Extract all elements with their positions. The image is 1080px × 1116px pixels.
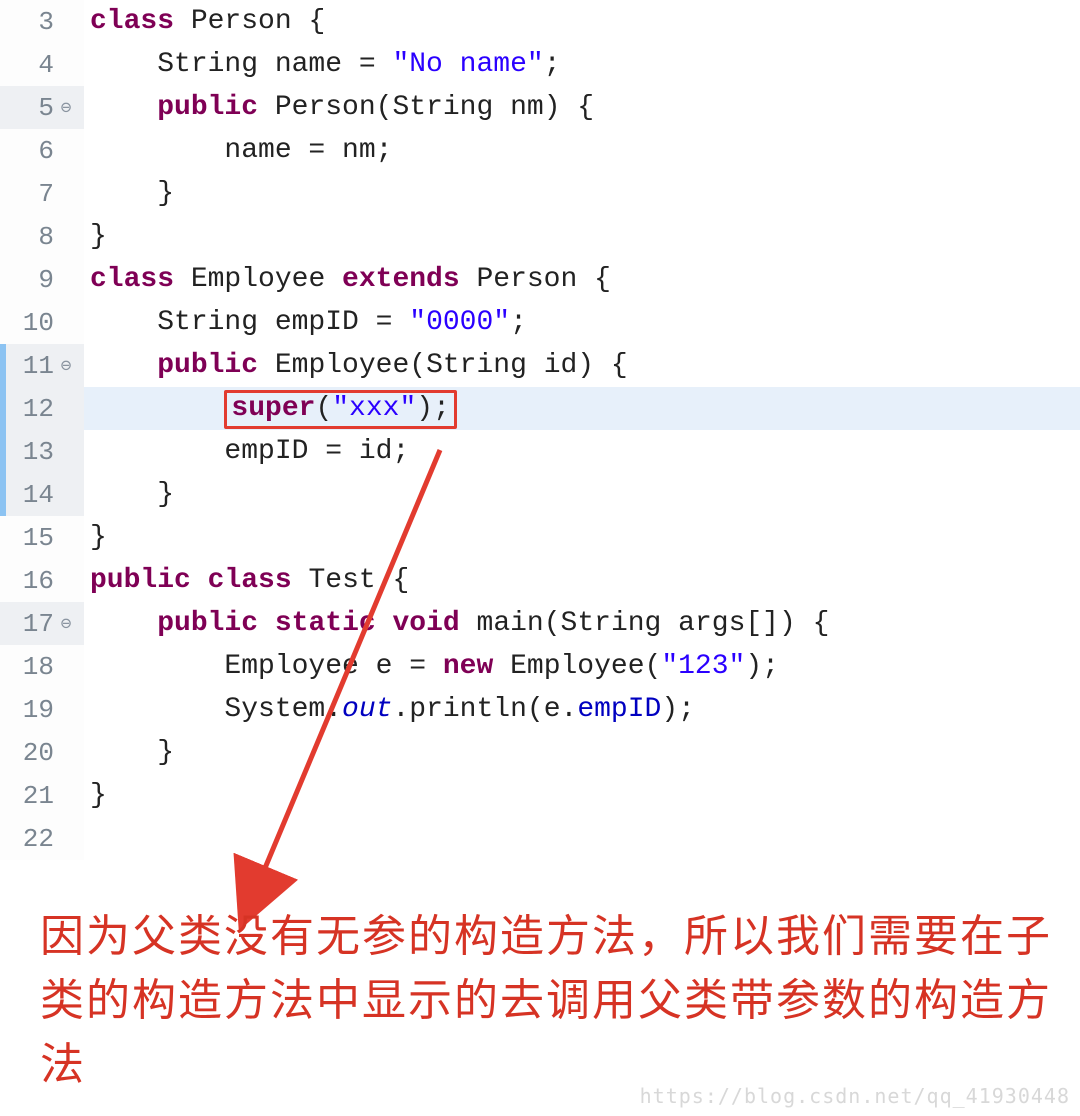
code-line: }	[84, 731, 1080, 774]
code-line	[84, 817, 1080, 860]
line-number: 5	[6, 93, 54, 123]
code-line: }	[84, 215, 1080, 258]
gutter-row: 3	[0, 0, 84, 43]
gutter-row: 4	[0, 43, 84, 86]
line-number: 8	[6, 222, 54, 252]
code-line: System.out.println(e.empID);	[84, 688, 1080, 731]
gutter-row: 21	[0, 774, 84, 817]
gutter-row: 10	[0, 301, 84, 344]
line-number: 11	[6, 351, 54, 381]
fold-toggle-icon[interactable]: ⊖	[56, 613, 76, 635]
annotation-text: 因为父类没有无参的构造方法，所以我们需要在子类的构造方法中显示的去调用父类带参数…	[40, 905, 1060, 1096]
code-line: class Person {	[84, 0, 1080, 43]
code-line: public class Test {	[84, 559, 1080, 602]
line-number: 6	[6, 136, 54, 166]
code-line: name = nm;	[84, 129, 1080, 172]
code-line: public Person(String nm) {	[84, 86, 1080, 129]
gutter-row: 19	[0, 688, 84, 731]
fold-toggle-icon[interactable]: ⊖	[56, 97, 76, 119]
code-line-highlighted: super("xxx");	[84, 387, 1080, 430]
line-gutter: 345⊖67891011⊖121314151617⊖1819202122	[0, 0, 84, 860]
line-number: 12	[6, 394, 54, 424]
gutter-row: 15	[0, 516, 84, 559]
gutter-row: 13	[0, 430, 84, 473]
gutter-row: 18	[0, 645, 84, 688]
line-number: 20	[6, 738, 54, 768]
code-line: empID = id;	[84, 430, 1080, 473]
watermark: https://blog.csdn.net/qq_41930448	[640, 1084, 1070, 1108]
gutter-row: 14	[0, 473, 84, 516]
gutter-row: 20	[0, 731, 84, 774]
code-area[interactable]: class Person { String name = "No name"; …	[84, 0, 1080, 860]
line-number: 17	[6, 609, 54, 639]
gutter-row: 8	[0, 215, 84, 258]
line-number: 9	[6, 265, 54, 295]
line-number: 3	[6, 7, 54, 37]
code-line: String empID = "0000";	[84, 301, 1080, 344]
line-number: 22	[6, 824, 54, 854]
line-number: 19	[6, 695, 54, 725]
gutter-row: 6	[0, 129, 84, 172]
gutter-row: 7	[0, 172, 84, 215]
line-number: 10	[6, 308, 54, 338]
code-line: }	[84, 516, 1080, 559]
code-line: }	[84, 774, 1080, 817]
gutter-row: 22	[0, 817, 84, 860]
line-number: 14	[6, 480, 54, 510]
gutter-row: 5⊖	[0, 86, 84, 129]
code-line: class Employee extends Person {	[84, 258, 1080, 301]
fold-toggle-icon[interactable]: ⊖	[56, 355, 76, 377]
code-line: }	[84, 473, 1080, 516]
code-line: Employee e = new Employee("123");	[84, 645, 1080, 688]
line-number: 16	[6, 566, 54, 596]
line-number: 15	[6, 523, 54, 553]
code-line: public static void main(String args[]) {	[84, 602, 1080, 645]
code-editor: 345⊖67891011⊖121314151617⊖1819202122 cla…	[0, 0, 1080, 860]
code-line: }	[84, 172, 1080, 215]
line-number: 18	[6, 652, 54, 682]
line-number: 4	[6, 50, 54, 80]
gutter-row: 9	[0, 258, 84, 301]
gutter-row: 16	[0, 559, 84, 602]
code-line: String name = "No name";	[84, 43, 1080, 86]
code-line: public Employee(String id) {	[84, 344, 1080, 387]
highlight-box: super("xxx");	[224, 390, 456, 429]
line-number: 21	[6, 781, 54, 811]
gutter-row: 12	[0, 387, 84, 430]
gutter-row: 17⊖	[0, 602, 84, 645]
line-number: 13	[6, 437, 54, 467]
gutter-row: 11⊖	[0, 344, 84, 387]
line-number: 7	[6, 179, 54, 209]
